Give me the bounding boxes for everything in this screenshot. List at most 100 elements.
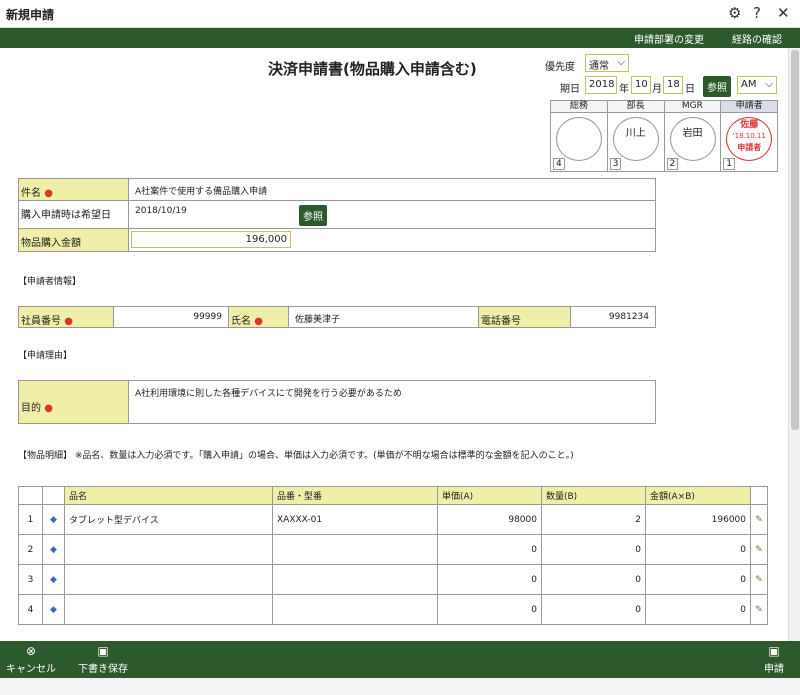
amount-input[interactable]: 196,000 <box>131 231 291 248</box>
chevron-down-icon: ⌵ <box>765 79 773 90</box>
deadline-day-input[interactable]: 18 <box>663 76 683 94</box>
pencil-icon[interactable]: ✎ <box>750 534 768 565</box>
subject-input[interactable]: A社案件で使用する備品購入申請 <box>129 179 655 200</box>
model-header: 品番・型番 <box>272 486 438 505</box>
eraser-icon[interactable]: ◆ <box>42 564 65 595</box>
item-total: 0 <box>645 594 751 625</box>
priority-select[interactable]: 通常 ⌵ <box>585 54 629 72</box>
month-unit: 月 <box>652 84 662 95</box>
name-label: 氏名 ● <box>229 307 289 327</box>
vertical-scrollbar[interactable] <box>788 48 800 641</box>
item-price-input[interactable]: 0 <box>437 594 542 625</box>
approval-stamps: 総務 4 部長 川上 3 MGR 岩田 2 申請者 佐藤 '18.10.11 申… <box>550 100 778 172</box>
submit-label: 申請 <box>764 664 784 675</box>
table-row: 3 ◆ 0 0 0 ✎ <box>18 564 768 595</box>
pencil-icon[interactable]: ✎ <box>750 564 768 595</box>
form-content: 決済申請書(物品購入申請含む) 優先度 通常 ⌵ 期日 2018 年 10 月 … <box>0 48 788 641</box>
phone-input[interactable]: 9981234 <box>571 307 655 327</box>
submit-button[interactable]: ▣ 申請 <box>764 644 784 675</box>
item-total: 196000 <box>645 504 751 535</box>
item-qty-input[interactable]: 2 <box>541 504 646 535</box>
item-model-input[interactable] <box>272 564 438 595</box>
emp-no-input[interactable]: 99999 <box>114 307 229 327</box>
amount-label: 物品購入金額 <box>19 229 129 251</box>
subject-label-text: 件名 <box>21 188 41 199</box>
submit-icon: ▣ <box>768 644 780 658</box>
required-icon: ● <box>64 316 73 327</box>
stamp-circle: 岩田 <box>669 117 716 161</box>
chevron-down-icon: ⌵ <box>617 57 625 68</box>
deadline-year-input[interactable]: 2018 <box>585 76 617 94</box>
item-model-input[interactable] <box>272 534 438 565</box>
footer-strip <box>0 678 800 695</box>
deadline-ref-button[interactable]: 参照 <box>703 76 731 97</box>
subject-row: 件名 ● A社案件で使用する備品購入申請 <box>18 178 656 201</box>
bottom-action-bar: ⊗ キャンセル ▣ 下書き保存 ▣ 申請 <box>0 641 800 678</box>
approval-header: 部長 <box>607 101 664 113</box>
page-title: 決済申請書(物品購入申請含む) <box>268 60 477 78</box>
approval-header: 総務 <box>551 101 607 113</box>
subject-label: 件名 ● <box>19 179 129 200</box>
item-qty-input[interactable]: 0 <box>541 564 646 595</box>
items-table: 品名 品番・型番 単価(A) 数量(B) 金額(A×B) 1 ◆ タブレット型デ… <box>18 486 768 625</box>
help-icon[interactable]: ? <box>753 4 761 22</box>
approval-header: 申請者 <box>721 101 777 113</box>
amount-row: 物品購入金額 196,000 <box>18 229 656 252</box>
reason-section-title: 【申請理由】 <box>18 351 73 361</box>
edit-header <box>42 486 65 505</box>
item-total: 0 <box>645 534 751 565</box>
item-qty-input[interactable]: 0 <box>541 594 646 625</box>
approval-order: 3 <box>609 158 622 170</box>
approval-mgr: MGR 岩田 2 <box>664 101 722 171</box>
approval-order: 4 <box>553 158 565 170</box>
ampm-select[interactable]: AM ⌵ <box>737 76 777 94</box>
approval-applicant: 申請者 佐藤 '18.10.11 申請者 1 <box>721 101 777 171</box>
date-input[interactable]: 2018/10/19 <box>135 206 187 216</box>
route-confirm-link[interactable]: 経路の確認 <box>732 31 782 46</box>
pencil-icon[interactable]: ✎ <box>750 594 768 625</box>
item-model-input[interactable] <box>272 594 438 625</box>
priority-label: 優先度 <box>545 62 575 73</box>
save-draft-label: 下書き保存 <box>78 664 128 675</box>
save-draft-button[interactable]: ▣ 下書き保存 <box>78 644 128 675</box>
change-dept-link[interactable]: 申請部署の変更 <box>634 31 704 46</box>
approval-order: 1 <box>723 158 735 170</box>
amount-cell: 196,000 <box>129 229 655 251</box>
row-number: 1 <box>18 504 43 535</box>
date-cell: 2018/10/19 参照 <box>129 201 655 228</box>
item-price-input[interactable]: 0 <box>437 564 542 595</box>
stamp-role: 申請者 <box>737 143 762 152</box>
item-total: 0 <box>645 564 751 595</box>
required-icon: ● <box>254 316 263 327</box>
cancel-icon: ⊗ <box>25 644 37 658</box>
applicant-row: 社員番号 ● 99999 氏名 ● 佐藤美津子 電話番号 9981234 <box>18 306 656 328</box>
item-name-input[interactable]: タブレット型デバイス <box>64 504 273 535</box>
qty-header: 数量(B) <box>541 486 646 505</box>
item-price-input[interactable]: 98000 <box>437 504 542 535</box>
item-name-input[interactable] <box>64 564 273 595</box>
item-qty-input[interactable]: 0 <box>541 534 646 565</box>
date-ref-button[interactable]: 参照 <box>299 205 327 226</box>
pencil-icon[interactable]: ✎ <box>750 504 768 535</box>
eraser-icon[interactable]: ◆ <box>42 594 65 625</box>
eraser-icon[interactable]: ◆ <box>42 534 65 565</box>
item-price-input[interactable]: 0 <box>437 534 542 565</box>
item-name-input[interactable] <box>64 594 273 625</box>
purpose-input[interactable]: A社利用環境に則した各種デバイスにて開発を行う必要があるため <box>129 381 655 423</box>
table-row: 4 ◆ 0 0 0 ✎ <box>18 594 768 625</box>
close-icon[interactable]: ✕ <box>777 4 790 22</box>
item-name-input[interactable] <box>64 534 273 565</box>
name-input[interactable]: 佐藤美津子 <box>289 307 479 327</box>
item-model-input[interactable]: XAXXX-01 <box>272 504 438 535</box>
eraser-icon[interactable]: ◆ <box>42 504 65 535</box>
name-label-text: 氏名 <box>231 316 251 327</box>
deadline-month-input[interactable]: 10 <box>631 76 651 94</box>
purpose-row: 目的 ● A社利用環境に則した各種デバイスにて開発を行う必要があるため <box>18 380 656 424</box>
cancel-button[interactable]: ⊗ キャンセル <box>6 644 56 675</box>
header-links-bar: 申請部署の変更 経路の確認 <box>0 28 800 48</box>
approval-general: 総務 4 <box>551 101 608 171</box>
row-num-header <box>18 486 43 505</box>
gear-icon[interactable]: ⚙ <box>728 4 741 22</box>
scrollbar-thumb[interactable] <box>791 50 799 430</box>
emp-no-label: 社員番号 ● <box>19 307 114 327</box>
